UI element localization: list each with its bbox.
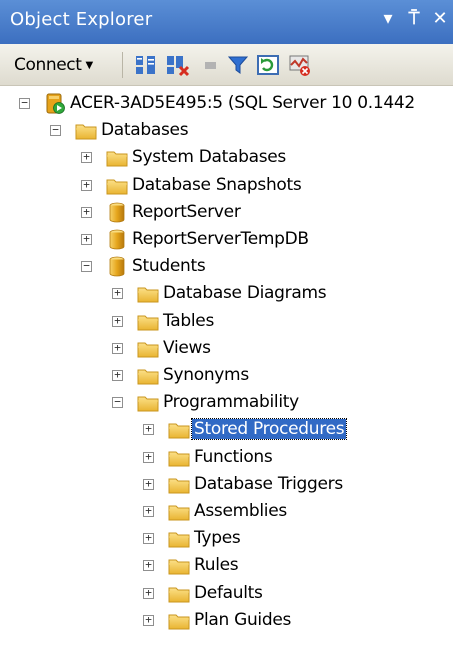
folder-icon bbox=[168, 532, 190, 548]
expand-toggle-icon[interactable]: + bbox=[143, 451, 154, 463]
tree-node-system-databases[interactable]: + System Databases bbox=[0, 144, 453, 172]
folder-icon bbox=[137, 396, 159, 412]
tree-node-label: Database Triggers bbox=[194, 473, 343, 494]
expand-toggle-icon[interactable]: + bbox=[112, 287, 123, 300]
tree-node-views[interactable]: + Views bbox=[0, 335, 453, 363]
tree-node-label: Stored Procedures bbox=[190, 418, 348, 441]
tree-node-label: ReportServerTempDB bbox=[132, 229, 309, 249]
tree-node-tables[interactable]: + Tables bbox=[0, 308, 453, 336]
expand-toggle-icon[interactable]: + bbox=[112, 342, 123, 354]
object-explorer-tree: − ACER-3AD5E495:5 (SQL Server 10 0.1442− D… bbox=[0, 86, 453, 651]
auto-hide-pin-icon[interactable]: ⍑ bbox=[401, 6, 427, 32]
tree-node-database-triggers[interactable]: + Database Triggers bbox=[0, 471, 453, 499]
tree-node-database-snapshots[interactable]: + Database Snapshots bbox=[0, 172, 453, 200]
collapse-toggle-icon[interactable]: − bbox=[50, 124, 61, 137]
folder-icon bbox=[168, 478, 190, 494]
expand-toggle-icon[interactable]: + bbox=[81, 151, 92, 164]
folder-icon bbox=[168, 587, 190, 603]
window-position-dropdown-icon[interactable]: ▾ bbox=[375, 6, 401, 32]
expand-toggle-icon[interactable]: + bbox=[81, 233, 92, 245]
database-icon bbox=[109, 202, 125, 223]
folder-icon bbox=[106, 179, 128, 195]
folder-icon bbox=[168, 423, 190, 439]
expand-toggle-icon[interactable]: + bbox=[112, 315, 123, 327]
tree-node-functions[interactable]: + Functions bbox=[0, 444, 453, 472]
folder-icon bbox=[168, 559, 190, 575]
tree-node-label: Database Snapshots bbox=[132, 174, 302, 195]
expand-toggle-icon[interactable]: + bbox=[143, 559, 154, 572]
tree-node-label: System Databases bbox=[132, 147, 286, 168]
tree-node-acer-3ad5e495-5-sql-server-10-0-1442[interactable]: − ACER-3AD5E495:5 (SQL Server 10 0.1442 bbox=[0, 90, 453, 118]
folder-icon bbox=[75, 124, 97, 140]
tree-node-label: Students bbox=[132, 256, 206, 277]
collapse-toggle-icon[interactable]: − bbox=[19, 97, 30, 109]
title-bar-controls: ▾ ⍑ ✕ bbox=[375, 6, 453, 32]
tree-node-label: ACER-3AD5E495:5 (SQL Server 10 0.1442 bbox=[70, 93, 415, 113]
chevron-down-icon: ▼ bbox=[85, 60, 94, 71]
expand-toggle-icon[interactable]: + bbox=[81, 179, 92, 191]
tree-node-assemblies[interactable]: + Assemblies bbox=[0, 498, 453, 526]
tree-node-label: Plan Guides bbox=[194, 609, 292, 630]
connect-label: Connect bbox=[14, 55, 82, 75]
collapse-toggle-icon[interactable]: − bbox=[81, 260, 92, 273]
folder-icon bbox=[137, 315, 159, 331]
connect-object-explorer-icon[interactable] bbox=[134, 53, 158, 77]
tree-node-types[interactable]: + Types bbox=[0, 525, 453, 553]
tree-node-label: Synonyms bbox=[163, 365, 249, 385]
tree-node-label: Tables bbox=[163, 310, 215, 331]
object-explorer-toolbar: Connect ▼ bbox=[0, 44, 453, 86]
expand-toggle-icon[interactable]: + bbox=[143, 532, 154, 545]
tree-node-database-diagrams[interactable]: + Database Diagrams bbox=[0, 280, 453, 308]
expand-toggle-icon[interactable]: + bbox=[143, 614, 154, 626]
folder-icon bbox=[168, 614, 190, 630]
folder-icon bbox=[137, 287, 159, 303]
tree-node-synonyms[interactable]: + Synonyms bbox=[0, 362, 453, 390]
tree-node-stored-procedures[interactable]: + Stored Procedures bbox=[0, 416, 453, 444]
tree-node-rules[interactable]: + Rules bbox=[0, 552, 453, 580]
expand-toggle-icon[interactable]: + bbox=[143, 587, 154, 599]
close-icon[interactable]: ✕ bbox=[427, 6, 453, 32]
tree-node-label: Database Diagrams bbox=[163, 283, 327, 304]
tree-node-students[interactable]: − Students bbox=[0, 253, 453, 281]
stop-icon[interactable] bbox=[198, 53, 222, 77]
window-title: Object Explorer bbox=[10, 9, 153, 30]
connect-dropdown-button[interactable]: Connect ▼ bbox=[14, 55, 93, 75]
database-icon bbox=[109, 229, 125, 250]
folder-icon bbox=[106, 151, 128, 167]
expand-toggle-icon[interactable]: + bbox=[112, 369, 123, 381]
tree-node-label: Rules bbox=[194, 555, 239, 576]
tree-node-label: Defaults bbox=[194, 582, 263, 603]
expand-toggle-icon[interactable]: + bbox=[143, 478, 154, 490]
tree-node-label: Types bbox=[194, 528, 241, 549]
tree-node-defaults[interactable]: + Defaults bbox=[0, 580, 453, 608]
folder-icon bbox=[137, 342, 159, 358]
expand-toggle-icon[interactable]: + bbox=[143, 423, 154, 436]
tree-node-label: Assemblies bbox=[194, 501, 287, 521]
tree-node-label: Databases bbox=[101, 120, 189, 141]
object-explorer-title-bar: Object Explorer ▾ ⍑ ✕ bbox=[0, 0, 453, 44]
expand-toggle-icon[interactable]: + bbox=[81, 206, 92, 218]
database-icon bbox=[109, 256, 125, 277]
tree-node-reportservertempdb[interactable]: + ReportServerTempDB bbox=[0, 226, 453, 254]
folder-icon bbox=[168, 451, 190, 467]
toolbar-separator bbox=[122, 52, 123, 78]
collapse-toggle-icon[interactable]: − bbox=[112, 396, 123, 409]
tree-node-reportserver[interactable]: + ReportServer bbox=[0, 199, 453, 227]
tree-node-label: Functions bbox=[194, 446, 273, 467]
folder-icon bbox=[168, 505, 190, 521]
folder-icon bbox=[137, 369, 159, 385]
refresh-icon[interactable] bbox=[256, 53, 280, 77]
tree-node-programmability[interactable]: − Programmability bbox=[0, 389, 453, 417]
disconnect-icon[interactable] bbox=[166, 53, 190, 77]
activity-monitor-icon[interactable] bbox=[288, 53, 312, 77]
server-icon bbox=[46, 93, 65, 114]
tree-node-label: Views bbox=[163, 337, 211, 358]
tree-node-label: Programmability bbox=[163, 392, 299, 413]
tree-node-label: ReportServer bbox=[132, 201, 241, 222]
tree-node-plan-guides[interactable]: + Plan Guides bbox=[0, 607, 453, 635]
filter-icon[interactable] bbox=[226, 53, 250, 77]
expand-toggle-icon[interactable]: + bbox=[143, 505, 154, 517]
tree-node-databases[interactable]: − Databases bbox=[0, 117, 453, 145]
